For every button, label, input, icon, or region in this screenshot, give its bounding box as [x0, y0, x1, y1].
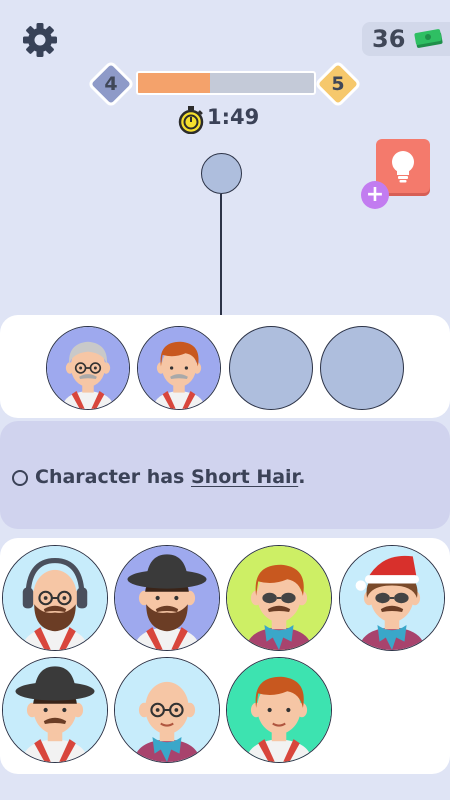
character-card[interactable] [114, 657, 220, 763]
selected-character-slot[interactable] [46, 326, 130, 410]
clue-prefix: Character has [35, 466, 191, 488]
level-progress-bar [136, 71, 316, 95]
level-progress-fill [138, 73, 211, 93]
character-card[interactable] [2, 657, 108, 763]
cash-icon [413, 28, 445, 48]
settings-gear-icon[interactable] [20, 20, 60, 60]
next-level-number: 5 [331, 73, 345, 95]
selected-character-slot[interactable] [137, 326, 221, 410]
clue-status-circle-icon [12, 470, 28, 486]
clue-keyword: Short Hair [190, 466, 299, 488]
clue-text: Character has Short Hair. [35, 466, 305, 488]
character-card[interactable] [226, 545, 332, 651]
timer-text: 1:49 [207, 105, 260, 129]
character-card[interactable] [2, 545, 108, 651]
character-card[interactable] [114, 545, 220, 651]
pendulum-ball [201, 153, 242, 194]
add-hint-plus-icon[interactable]: + [361, 181, 389, 209]
empty-character-slot[interactable] [320, 326, 404, 410]
pendulum-string [220, 194, 222, 316]
character-card[interactable] [226, 657, 332, 763]
money-count: 36 [372, 25, 406, 53]
character-card[interactable] [339, 545, 445, 651]
empty-character-slot[interactable] [229, 326, 313, 410]
clue-suffix: . [298, 466, 306, 488]
stopwatch-icon [178, 106, 204, 134]
current-level-number: 4 [104, 73, 118, 95]
